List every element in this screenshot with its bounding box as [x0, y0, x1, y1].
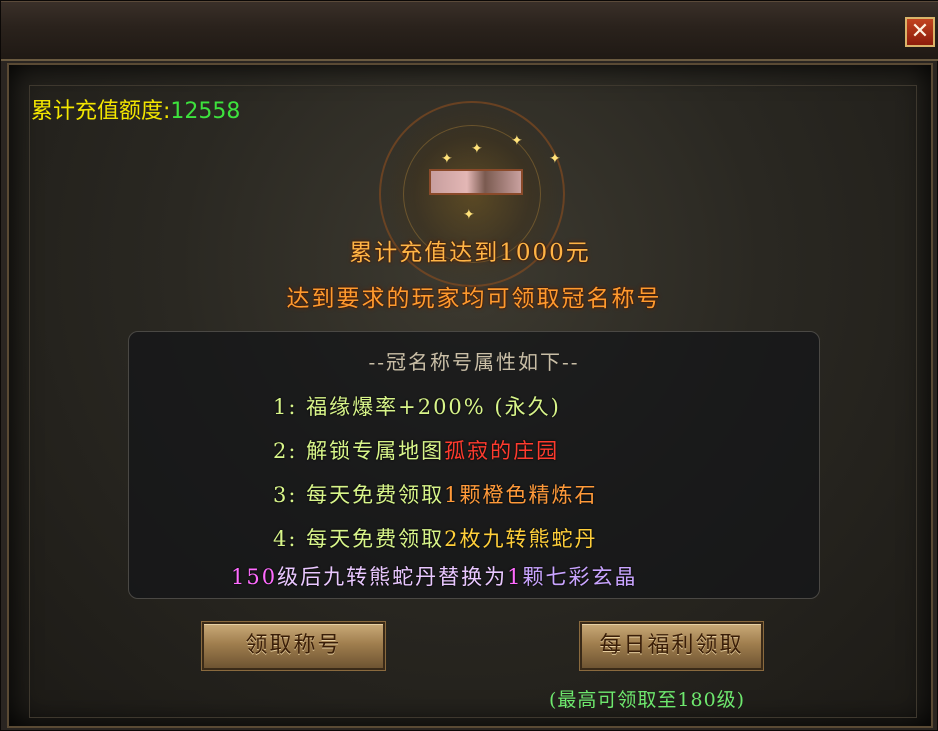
recharge-total: 累计充值额度:12558 — [31, 93, 240, 125]
sparkle-icon: ✦ — [549, 151, 561, 167]
close-icon: ✕ — [910, 19, 930, 44]
level-number: 150 — [231, 565, 278, 589]
eligibility-headline: 达到要求的玩家均可领取冠名称号 — [286, 286, 662, 312]
close-button[interactable]: ✕ — [905, 17, 935, 47]
attribute-item: 1: 福缘爆率+200% (永久) — [273, 395, 561, 419]
requirement-headline: 累计充值达到1000元 — [349, 240, 591, 266]
attribute-text: 级后九转熊蛇丹替换为 — [277, 565, 508, 589]
attribute-text: 3: 每天免费领取 — [273, 483, 445, 507]
attribute-item: 3: 每天免费领取1颗橙色精炼石 — [273, 479, 598, 509]
attribute-item: 2: 解锁专属地图孤寂的庄园 — [273, 435, 559, 465]
attributes-header: --冠名称号属性如下-- — [368, 350, 580, 374]
sparkle-icon: ✦ — [463, 207, 475, 223]
max-level-note: (最高可领取至180级) — [549, 689, 746, 711]
recharge-total-value: 12558 — [170, 99, 241, 124]
item-highlight: 2枚九转熊蛇丹 — [444, 527, 598, 551]
daily-welfare-button[interactable]: 每日福利领取 — [580, 622, 763, 670]
attribute-text: 2: 解锁专属地图 — [273, 439, 445, 463]
map-name-highlight: 孤寂的庄园 — [444, 439, 560, 463]
item-highlight: 1颗橙色精炼石 — [444, 483, 598, 507]
claim-title-button[interactable]: 领取称号 — [202, 622, 385, 670]
recharge-title-window: ✕ 累计充值额度:12558 ✦ ✦ ✦ ✦ ✦ 累计充值达到1000元 达到要… — [0, 0, 938, 731]
attribute-text: 4: 每天免费领取 — [273, 527, 445, 551]
sparkle-icon: ✦ — [511, 133, 523, 149]
title-bar: ✕ — [1, 1, 938, 61]
sparkle-icon: ✦ — [441, 151, 453, 167]
recharge-total-label: 累计充值额度: — [31, 99, 171, 124]
attribute-note: 150级后九转熊蛇丹替换为1颗七彩玄晶 — [231, 561, 637, 591]
attribute-item: 4: 每天免费领取2枚九转熊蛇丹 — [273, 523, 598, 553]
sparkle-icon: ✦ — [471, 141, 483, 157]
item-highlight: 颗七彩玄晶 — [522, 565, 638, 589]
title-badge-icon — [429, 169, 523, 195]
item-count: 1 — [507, 565, 523, 589]
